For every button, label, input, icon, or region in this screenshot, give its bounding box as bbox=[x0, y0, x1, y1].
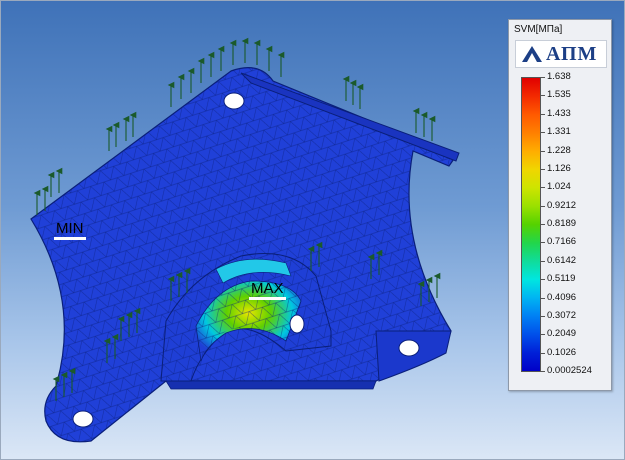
colorbar-tick-mark bbox=[541, 95, 545, 97]
colorbar-tick-mark bbox=[541, 297, 545, 299]
colorbar-tick-mark bbox=[541, 150, 545, 152]
min-stress-marker: MIN bbox=[54, 221, 86, 240]
colorbar-tick-mark bbox=[541, 205, 545, 207]
max-stress-marker: MAX bbox=[249, 281, 286, 300]
colorbar-tick-mark bbox=[541, 77, 545, 78]
colorbar-tick-mark bbox=[541, 334, 545, 336]
colorbar-tick-label: 1.228 bbox=[547, 144, 571, 156]
apm-logo: АПМ bbox=[515, 40, 607, 68]
legend-title: SVM[МПа] bbox=[514, 24, 563, 35]
colorbar-tick-label: 0.8189 bbox=[547, 218, 577, 229]
colorbar-tick-mark bbox=[541, 242, 545, 244]
colorbar-tick-label: 0.9212 bbox=[547, 199, 577, 211]
colorbar-tick-mark bbox=[541, 279, 545, 281]
colorbar-tick-label: 0.3072 bbox=[547, 309, 577, 321]
colorbar-tick-mark bbox=[541, 315, 545, 317]
apm-logo-icon bbox=[522, 46, 542, 62]
colorbar-tick-label: 1.331 bbox=[547, 126, 571, 138]
colorbar-tick-mark bbox=[541, 168, 545, 170]
colorbar-tick-label: 1.638 bbox=[547, 71, 571, 82]
colorbar-tick-label: 1.024 bbox=[547, 181, 571, 193]
colorbar-tick-label: 1.126 bbox=[547, 162, 571, 174]
colorbar-tick-label: 1.433 bbox=[547, 107, 571, 119]
colorbar-tick-label: 0.1026 bbox=[547, 346, 577, 358]
colorbar-tick-label: 0.5119 bbox=[547, 273, 576, 285]
colorbar-tick-label: 0.4096 bbox=[547, 291, 577, 303]
colorbar-tick-mark bbox=[541, 224, 545, 225]
stress-colorbar bbox=[521, 77, 541, 372]
model-viewport[interactable]: MIN MAX SVM[МПа] АПМ 1.638 1.535 1.433 1.33… bbox=[0, 0, 625, 460]
colorbar-tick-label: 0.7166 bbox=[547, 236, 577, 248]
stress-legend-panel[interactable]: SVM[МПа] АПМ 1.638 1.535 1.433 1.331 1.228 1.… bbox=[508, 19, 612, 391]
colorbar-tick-mark bbox=[541, 113, 545, 115]
colorbar-tick-labels: 1.638 1.535 1.433 1.331 1.228 1.126 1.024 0.921… bbox=[541, 72, 609, 376]
colorbar-tick-label: 1.535 bbox=[547, 89, 571, 101]
apm-logo-text: АПМ bbox=[546, 43, 598, 65]
colorbar-tick-mark bbox=[541, 187, 545, 189]
colorbar-tick-mark bbox=[541, 132, 545, 134]
colorbar-tick-label: 0.2049 bbox=[547, 328, 577, 340]
colorbar-tick-mark bbox=[541, 352, 545, 354]
colorbar-tick-label: 0.0002524 bbox=[547, 365, 592, 376]
colorbar-tick-label: 0.6142 bbox=[547, 254, 577, 266]
colorbar-tick-mark bbox=[541, 260, 545, 262]
colorbar-tick-mark bbox=[541, 371, 545, 372]
